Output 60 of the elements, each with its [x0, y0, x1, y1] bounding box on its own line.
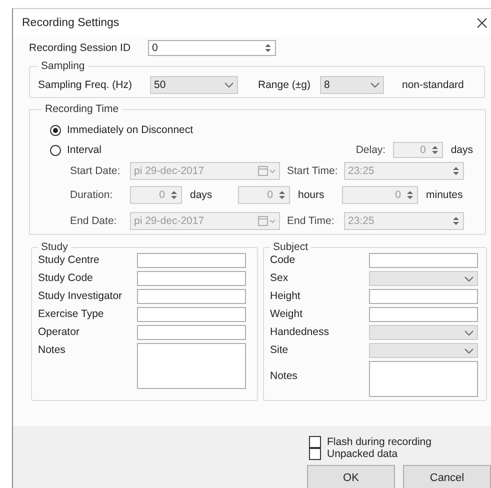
field-label: Code — [270, 253, 296, 268]
field-label: Notes — [38, 343, 66, 358]
text-field[interactable] — [137, 271, 246, 286]
radio-button[interactable]: Interval — [50, 144, 102, 156]
group-title: Recording Time — [44, 103, 120, 115]
field-label: End Time: — [287, 215, 336, 227]
notes-field[interactable] — [369, 361, 478, 397]
field-label: Recording Session ID — [29, 42, 132, 54]
text-field[interactable] — [137, 325, 246, 340]
field-label: Range (±g) — [258, 79, 312, 91]
group-title: Subject — [272, 241, 310, 253]
radio-indicator[interactable] — [50, 144, 61, 156]
chevron-down-icon[interactable] — [224, 82, 234, 88]
spinner-arrows-icon[interactable] — [264, 43, 272, 53]
field-label: Sampling Freq. (Hz) — [38, 79, 133, 91]
unit-label: hours — [298, 189, 326, 201]
cancel-button[interactable]: Cancel — [403, 465, 491, 488]
field-label: Handedness — [270, 325, 330, 340]
field-label: Duration: — [70, 189, 114, 201]
field-label: Sex — [270, 271, 290, 286]
field-label: End Date: — [70, 215, 118, 227]
chevron-down-icon[interactable] — [464, 330, 474, 336]
field-label: Start Time: — [287, 165, 339, 177]
dropdown[interactable]: 50 — [150, 76, 238, 94]
field-label: Study Code — [38, 271, 94, 286]
chevron-down-icon[interactable] — [370, 82, 380, 88]
unit-label: days — [450, 144, 473, 156]
chevron-down-icon[interactable] — [464, 348, 474, 354]
window-title: Recording Settings — [22, 17, 120, 29]
field-label: Notes — [270, 369, 298, 384]
unit-label: minutes — [426, 189, 463, 201]
field-label: Study Centre — [38, 253, 100, 268]
status-text: non-standard — [402, 79, 464, 91]
text-field[interactable] — [369, 307, 478, 322]
radio-indicator[interactable] — [50, 124, 61, 136]
checkbox[interactable]: Unpacked data — [309, 448, 398, 460]
chevron-down-icon[interactable] — [464, 276, 474, 282]
dropdown[interactable]: 8 — [320, 76, 384, 94]
text-field[interactable] — [369, 253, 478, 268]
field-label: Operator — [38, 325, 80, 340]
notes-field[interactable] — [137, 343, 246, 389]
field-label: Study Investigator — [38, 289, 124, 304]
field-label: Height — [270, 289, 302, 304]
group-title: Sampling — [40, 60, 86, 72]
text-field[interactable] — [137, 307, 246, 322]
field-label: Site — [270, 343, 290, 358]
unit-label: days — [190, 189, 214, 201]
field-label: Start Date: — [70, 165, 122, 177]
text-field[interactable] — [137, 289, 246, 304]
text-field[interactable] — [369, 289, 478, 304]
number-field[interactable]: 0 — [148, 40, 276, 56]
ok-button[interactable]: OK — [307, 465, 395, 488]
field-label: Delay: — [356, 144, 387, 156]
checkbox[interactable]: Flash during recording — [309, 436, 432, 448]
group-title: Study — [40, 241, 69, 253]
close-icon[interactable] — [477, 18, 487, 28]
field-label: Weight — [270, 307, 304, 322]
text-field[interactable] — [137, 253, 246, 268]
radio-button[interactable]: Immediately on Disconnect — [50, 124, 194, 136]
field-label: Exercise Type — [38, 307, 105, 322]
